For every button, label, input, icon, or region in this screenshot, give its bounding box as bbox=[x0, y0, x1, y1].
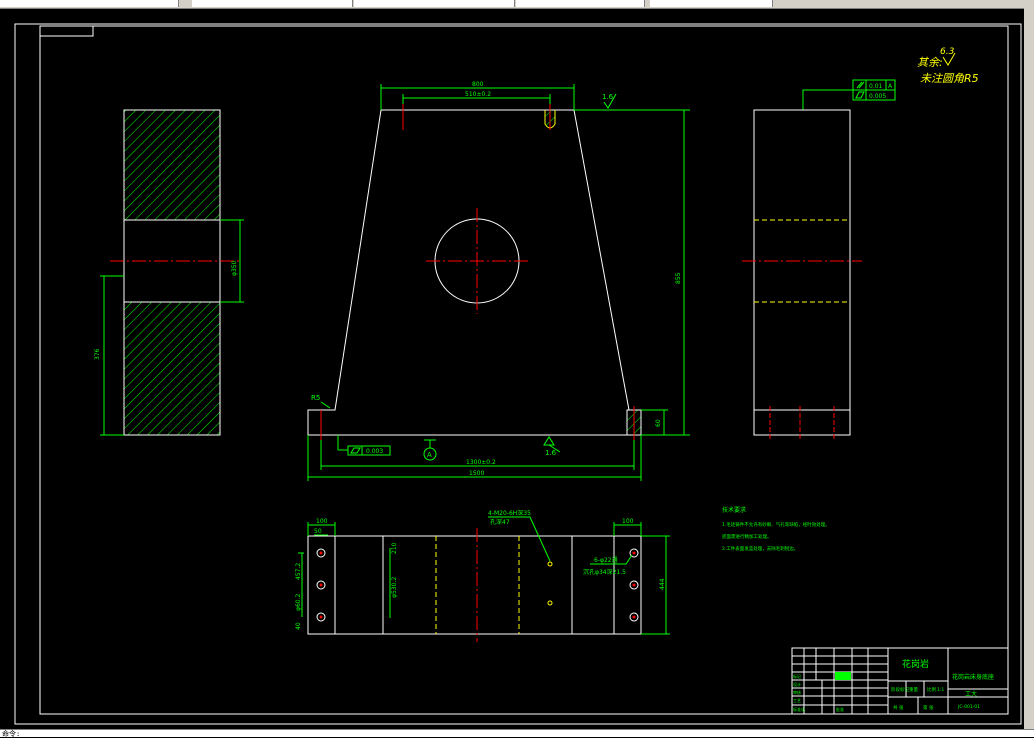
command-line[interactable]: 命令: bbox=[0, 729, 1034, 738]
svg-text:阶段标记: 阶段标记 bbox=[891, 686, 909, 693]
toolbar-field-5[interactable] bbox=[650, 0, 773, 7]
svg-text:批准: 批准 bbox=[836, 706, 844, 712]
svg-text:审核: 审核 bbox=[793, 689, 801, 695]
top-view: 100 50 100 457.2 φ60.2 40 210 φ530.2 4-M… bbox=[295, 509, 670, 642]
roughness-value: 6.3 bbox=[940, 47, 955, 57]
title-block: 花岗岩 花岗岩床身底座 阶段标记 重量 比例 1:1 共 张 第 张 工大 JC… bbox=[791, 647, 1009, 715]
svg-text:共 张: 共 张 bbox=[893, 704, 904, 711]
svg-text:2.工件表面发蓝处理，去除毛刺锐边。: 2.工件表面发蓝处理，去除毛刺锐边。 bbox=[722, 545, 798, 552]
toolbar-field-1[interactable] bbox=[0, 0, 179, 7]
thread-note-1: 4-M20-6H深35 bbox=[488, 509, 531, 517]
title-drawing-no: JC-001-01 bbox=[957, 704, 980, 710]
front-hole-pitch: 1300±0.2 bbox=[466, 459, 496, 466]
toolbar-field-2[interactable] bbox=[192, 0, 353, 7]
front-base-height: 60 bbox=[655, 419, 662, 427]
svg-text:工艺: 工艺 bbox=[793, 698, 801, 703]
title-company: 工大 bbox=[965, 690, 977, 698]
roughness-note: 其余: bbox=[917, 56, 943, 69]
bolt-note-2: 沉孔φ34深21.5 bbox=[583, 568, 626, 576]
top-small-left: 50 bbox=[314, 528, 322, 535]
top-center-dim: φ530.2 bbox=[391, 577, 398, 598]
svg-text:设计: 设计 bbox=[793, 681, 801, 687]
tolerance-frame: 0.01 A 0.005 bbox=[802, 79, 896, 110]
left-height-dim: 376 bbox=[94, 348, 101, 360]
bolt-note-1: 6-φ22通 bbox=[594, 556, 618, 564]
svg-text:A: A bbox=[888, 83, 893, 90]
front-fillet: R5 bbox=[311, 394, 320, 402]
svg-text:标准化: 标准化 bbox=[793, 706, 805, 712]
svg-text:比例: 比例 bbox=[927, 686, 936, 693]
top-dim-3: 40 bbox=[295, 622, 302, 630]
front-top-width: 800 bbox=[472, 81, 484, 88]
front-height: 855 bbox=[675, 272, 682, 284]
title-part-name: 花岗岩床身底座 bbox=[952, 673, 994, 681]
title-scale: 1:1 bbox=[937, 687, 944, 693]
svg-text:底面需进行精加工处理。: 底面需进行精加工处理。 bbox=[722, 533, 772, 540]
top-dim-1: 457.2 bbox=[295, 563, 302, 580]
title-material: 花岗岩 bbox=[902, 658, 929, 670]
top-edge-left: 100 bbox=[316, 518, 328, 525]
thread-note-2: 孔深47 bbox=[490, 518, 510, 526]
left-section-view: φ350 376 bbox=[94, 109, 244, 436]
front-total-width: 1500 bbox=[469, 470, 484, 477]
front-datum: A bbox=[427, 451, 432, 459]
technical-requirements: 技术要求 1.毛坯铸件不允许有砂眼、气孔等缺陷，经时效处理。 底面需进行精加工处… bbox=[722, 506, 830, 552]
toolbar-field-3[interactable] bbox=[354, 0, 515, 7]
svg-text:第 张: 第 张 bbox=[923, 704, 934, 711]
right-side-view bbox=[742, 109, 862, 440]
top-dim-2: φ60.2 bbox=[295, 594, 302, 612]
vertical-scrollbar[interactable] bbox=[1024, 8, 1034, 729]
svg-text:标记: 标记 bbox=[793, 673, 801, 679]
front-bottom-finish: 1.6 bbox=[545, 449, 557, 457]
top-depth: 444 bbox=[659, 578, 666, 590]
toolbar-field-4[interactable] bbox=[516, 0, 645, 7]
svg-text:技术要求: 技术要求 bbox=[722, 506, 746, 514]
corner-label-box bbox=[39, 25, 94, 37]
top-center-small: 210 bbox=[391, 542, 398, 554]
svg-text:0.01: 0.01 bbox=[869, 83, 883, 90]
front-flatness: 0.003 bbox=[366, 448, 383, 455]
left-bore-dim: φ350 bbox=[231, 260, 238, 276]
front-hole-spacing: 510±0.2 bbox=[465, 91, 491, 98]
svg-text:重量: 重量 bbox=[909, 686, 918, 693]
svg-text:1.毛坯铸件不允许有砂眼、气孔等缺陷，经时效处理。: 1.毛坯铸件不允许有砂眼、气孔等缺陷，经时效处理。 bbox=[722, 521, 830, 528]
drawing-canvas[interactable]: 其余: 6.3 未注圆角R5 0.01 A 0.005 φ350 376 800… bbox=[0, 8, 1024, 729]
top-edge-right: 100 bbox=[622, 518, 634, 525]
fillet-note: 未注圆角R5 bbox=[920, 72, 979, 85]
front-surface-finish: 1.6 bbox=[602, 93, 614, 101]
front-view: 800 510±0.2 1.6 855 60 R5 0.003 A 1.6 13… bbox=[307, 81, 690, 481]
svg-text:0.005: 0.005 bbox=[869, 93, 886, 100]
